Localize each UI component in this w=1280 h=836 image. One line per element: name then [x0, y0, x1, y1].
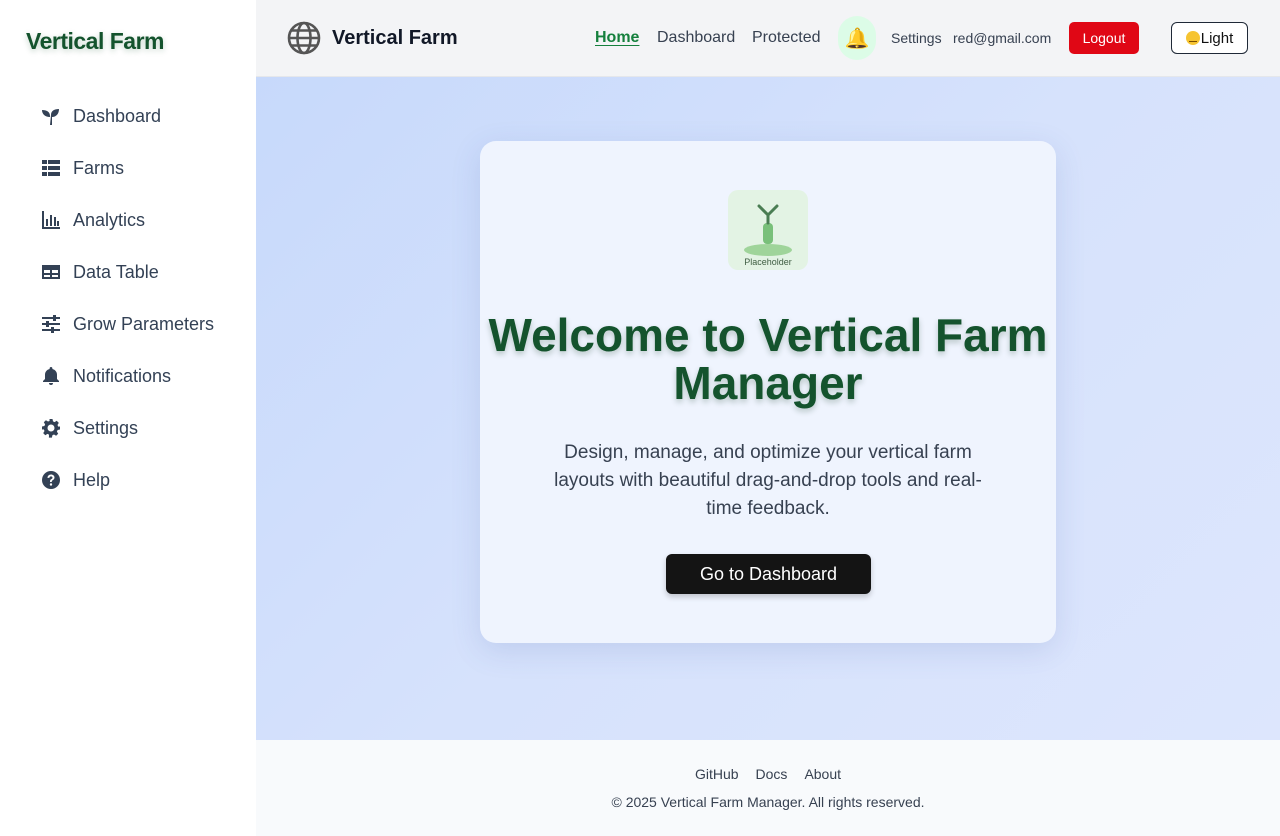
footer-links: GitHub Docs About — [256, 766, 1280, 782]
sidebar-item-label: Dashboard — [73, 105, 162, 126]
main-content: Placeholder Welcome to Vertical Farm Man… — [256, 77, 1280, 740]
sidebar-item-label: Farms — [73, 157, 124, 178]
sidebar-brand[interactable]: Vertical Farm — [26, 28, 164, 55]
sidebar-item-grow-parameters[interactable]: Grow Parameters — [40, 298, 250, 350]
logout-button[interactable]: Logout — [1069, 22, 1139, 54]
sidebar-item-label: Help — [73, 469, 111, 490]
sidebar-item-help[interactable]: Help — [40, 454, 250, 506]
bell-emoji-icon: 🔔 — [844, 27, 870, 50]
table-icon — [40, 261, 62, 283]
bar-chart-icon — [40, 209, 62, 231]
user-email: red@gmail.com — [953, 30, 1052, 46]
footer-link-about[interactable]: About — [804, 766, 841, 782]
footer: GitHub Docs About © 2025 Vertical Farm M… — [256, 740, 1280, 836]
footer-link-docs[interactable]: Docs — [756, 766, 788, 782]
settings-link[interactable]: Settings — [891, 30, 942, 46]
sidebar-item-label: Data Table — [73, 261, 159, 282]
sidebar-item-data-table[interactable]: Data Table — [40, 246, 250, 298]
sidebar-item-label: Grow Parameters — [73, 313, 215, 334]
top-header: Vertical Farm Home Dashboard Protected 🔔… — [256, 0, 1280, 77]
welcome-card: Placeholder Welcome to Vertical Farm Man… — [480, 141, 1056, 643]
seedling-icon — [40, 105, 62, 127]
globe-icon[interactable] — [287, 21, 321, 55]
sidebar-item-label: Notifications — [73, 365, 172, 386]
list-icon — [40, 157, 62, 179]
sidebar-item-farms[interactable]: Farms — [40, 142, 250, 194]
placeholder-image: Placeholder — [728, 190, 808, 270]
nav-dashboard-link[interactable]: Dashboard — [657, 29, 735, 47]
sidebar-item-dashboard[interactable]: Dashboard — [40, 90, 250, 142]
placeholder-caption: Placeholder — [744, 257, 792, 267]
question-circle-icon — [40, 469, 62, 491]
sliders-icon — [40, 313, 62, 335]
sidebar-item-label: Settings — [73, 417, 139, 438]
welcome-subtitle: Design, manage, and optimize your vertic… — [554, 442, 982, 519]
gear-icon — [40, 417, 62, 439]
footer-copyright: © 2025 Vertical Farm Manager. All rights… — [611, 794, 925, 810]
smiley-icon — [1185, 31, 1200, 45]
go-to-dashboard-button[interactable]: Go to Dashboard — [666, 554, 871, 594]
nav-protected-link[interactable]: Protected — [752, 29, 820, 47]
sidebar-item-notifications[interactable]: Notifications — [40, 350, 250, 402]
theme-toggle-button[interactable]: Light — [1171, 22, 1248, 54]
sidebar: Vertical Farm Dashboard Farms Analytics … — [0, 0, 256, 836]
bell-icon — [40, 365, 62, 387]
theme-toggle-label: Light — [1200, 29, 1234, 47]
notifications-button[interactable]: 🔔 — [838, 16, 876, 60]
welcome-title: Welcome to Vertical Farm Manager — [488, 309, 1048, 409]
header-title[interactable]: Vertical Farm — [332, 27, 458, 50]
sidebar-item-settings[interactable]: Settings — [40, 402, 250, 454]
footer-link-github[interactable]: GitHub — [695, 766, 739, 782]
sidebar-item-label: Analytics — [73, 209, 146, 230]
sidebar-nav: Dashboard Farms Analytics Data Table Gro… — [40, 90, 250, 506]
nav-home-link[interactable]: Home — [595, 29, 639, 47]
sidebar-item-analytics[interactable]: Analytics — [40, 194, 250, 246]
